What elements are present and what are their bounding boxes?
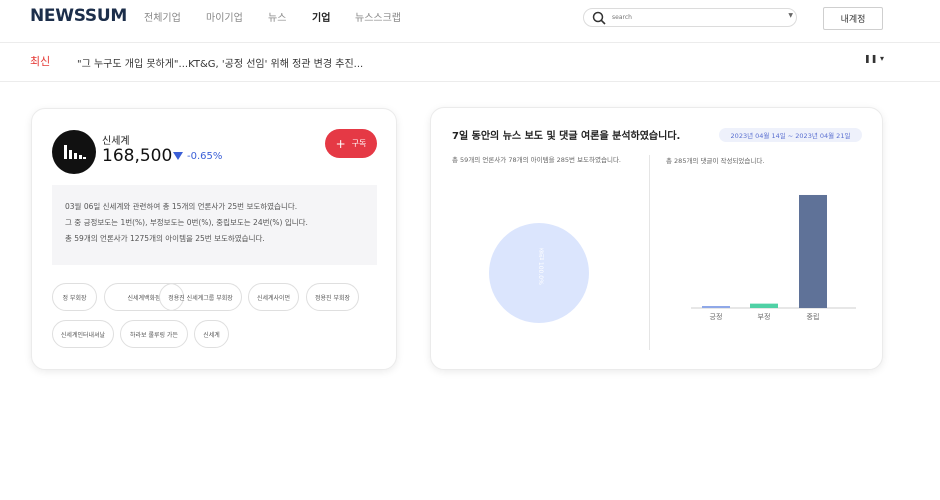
date-range-badge: 2023년 04월 14일 ~ 2023년 04월 21일 <box>719 128 862 142</box>
pause-icon[interactable]: ❚❚ ▾ <box>864 54 884 63</box>
ticker-headline[interactable]: "그 누구도 개입 못하게"...KT&G, '공정 선임' 위해 정관 변경 … <box>77 55 363 70</box>
nav-news[interactable]: 뉴스 <box>268 9 286 24</box>
down-arrow-icon <box>173 152 183 160</box>
bar-3 <box>799 194 827 308</box>
chevron-down-icon[interactable]: ▼ <box>788 12 793 19</box>
comment-bar-chart: 긍정 부정 중립 <box>691 194 856 321</box>
x-tick-label: 긍정 <box>710 312 723 321</box>
divider <box>649 155 650 350</box>
report-caption: 총 59개의 언론사가 78개의 아이템을 285번 보도하였습니다. <box>452 156 621 164</box>
tag-chip[interactable]: 신세계인터내셔날 <box>52 320 114 348</box>
search-icon[interactable] <box>592 11 606 25</box>
account-button[interactable]: 내계정 <box>823 7 883 30</box>
company-logo <box>52 130 96 174</box>
tag-chip[interactable]: 하라보 롤루링 가든 <box>120 320 188 348</box>
summary-box: 03월 06일 신세계와 관련하여 총 15개의 언론사가 25번 보도하였습니… <box>52 185 377 265</box>
summary-line: 총 59개의 언론사가 1275개의 아이템을 25번 보도하였습니다. <box>65 234 265 243</box>
x-tick-label: 중립 <box>807 313 820 321</box>
tag-chip[interactable]: 정 부회장 <box>52 283 97 311</box>
price-change: -0.65% <box>187 151 223 162</box>
nav-news-scrap[interactable]: 뉴스스크랩 <box>355 9 401 24</box>
company-name: 신세계 <box>102 136 130 147</box>
stock-price: 168,500 <box>102 146 173 166</box>
plus-icon: + <box>335 136 346 151</box>
summary-line: 03월 06일 신세계와 관련하여 총 15개의 언론사가 25번 보도하였습니… <box>65 202 298 211</box>
top-header: NEWSSUM 전체기업 마이기업 뉴스 기업 뉴스스크랩 ▼ 내계정 <box>0 0 940 43</box>
bar-logo-icon <box>64 145 86 159</box>
pie-label: 중립 100.0% <box>537 248 544 285</box>
subscribe-button[interactable]: + 구독 <box>325 129 377 158</box>
ticker-label: 최신 <box>30 55 51 68</box>
tag-chip[interactable]: 정용진 부회장 <box>306 283 359 311</box>
analysis-title: 7일 동안의 뉴스 보도 및 댓글 여론을 분석하였습니다. <box>452 131 681 142</box>
tag-chip[interactable]: 정용진 신세계그룹 부회장 <box>159 283 242 311</box>
news-ticker: 최신 "그 누구도 개입 못하게"...KT&G, '공정 선임' 위해 정관 … <box>0 43 940 82</box>
subscribe-label: 구독 <box>351 139 367 148</box>
nav-companies[interactable]: 기업 <box>312 9 330 24</box>
comment-caption: 총 285개의 댓글이 작성되었습니다. <box>666 157 765 165</box>
search-box[interactable]: ▼ <box>583 8 797 27</box>
bar-2 <box>750 303 778 308</box>
search-input[interactable] <box>612 11 772 24</box>
company-card: 신세계 168,500 -0.65% + 구독 03월 06일 신세계와 관련하… <box>31 108 397 370</box>
nav-all-companies[interactable]: 전체기업 <box>144 9 181 24</box>
tag-chip[interactable]: 신세계 <box>194 320 229 348</box>
tag-chip[interactable]: 신세계사이먼 <box>248 283 299 311</box>
x-tick-label: 부정 <box>758 312 771 321</box>
bar-1 <box>702 306 730 308</box>
summary-line: 그 중 긍정보도는 1번(%), 부정보도는 0번(%), 중립보도는 24번(… <box>65 218 308 227</box>
analysis-card: 7일 동안의 뉴스 보도 및 댓글 여론을 분석하였습니다. 2023년 04월… <box>430 107 883 370</box>
logo[interactable]: NEWSSUM <box>30 6 127 26</box>
nav-my-companies[interactable]: 마이기업 <box>206 9 243 24</box>
